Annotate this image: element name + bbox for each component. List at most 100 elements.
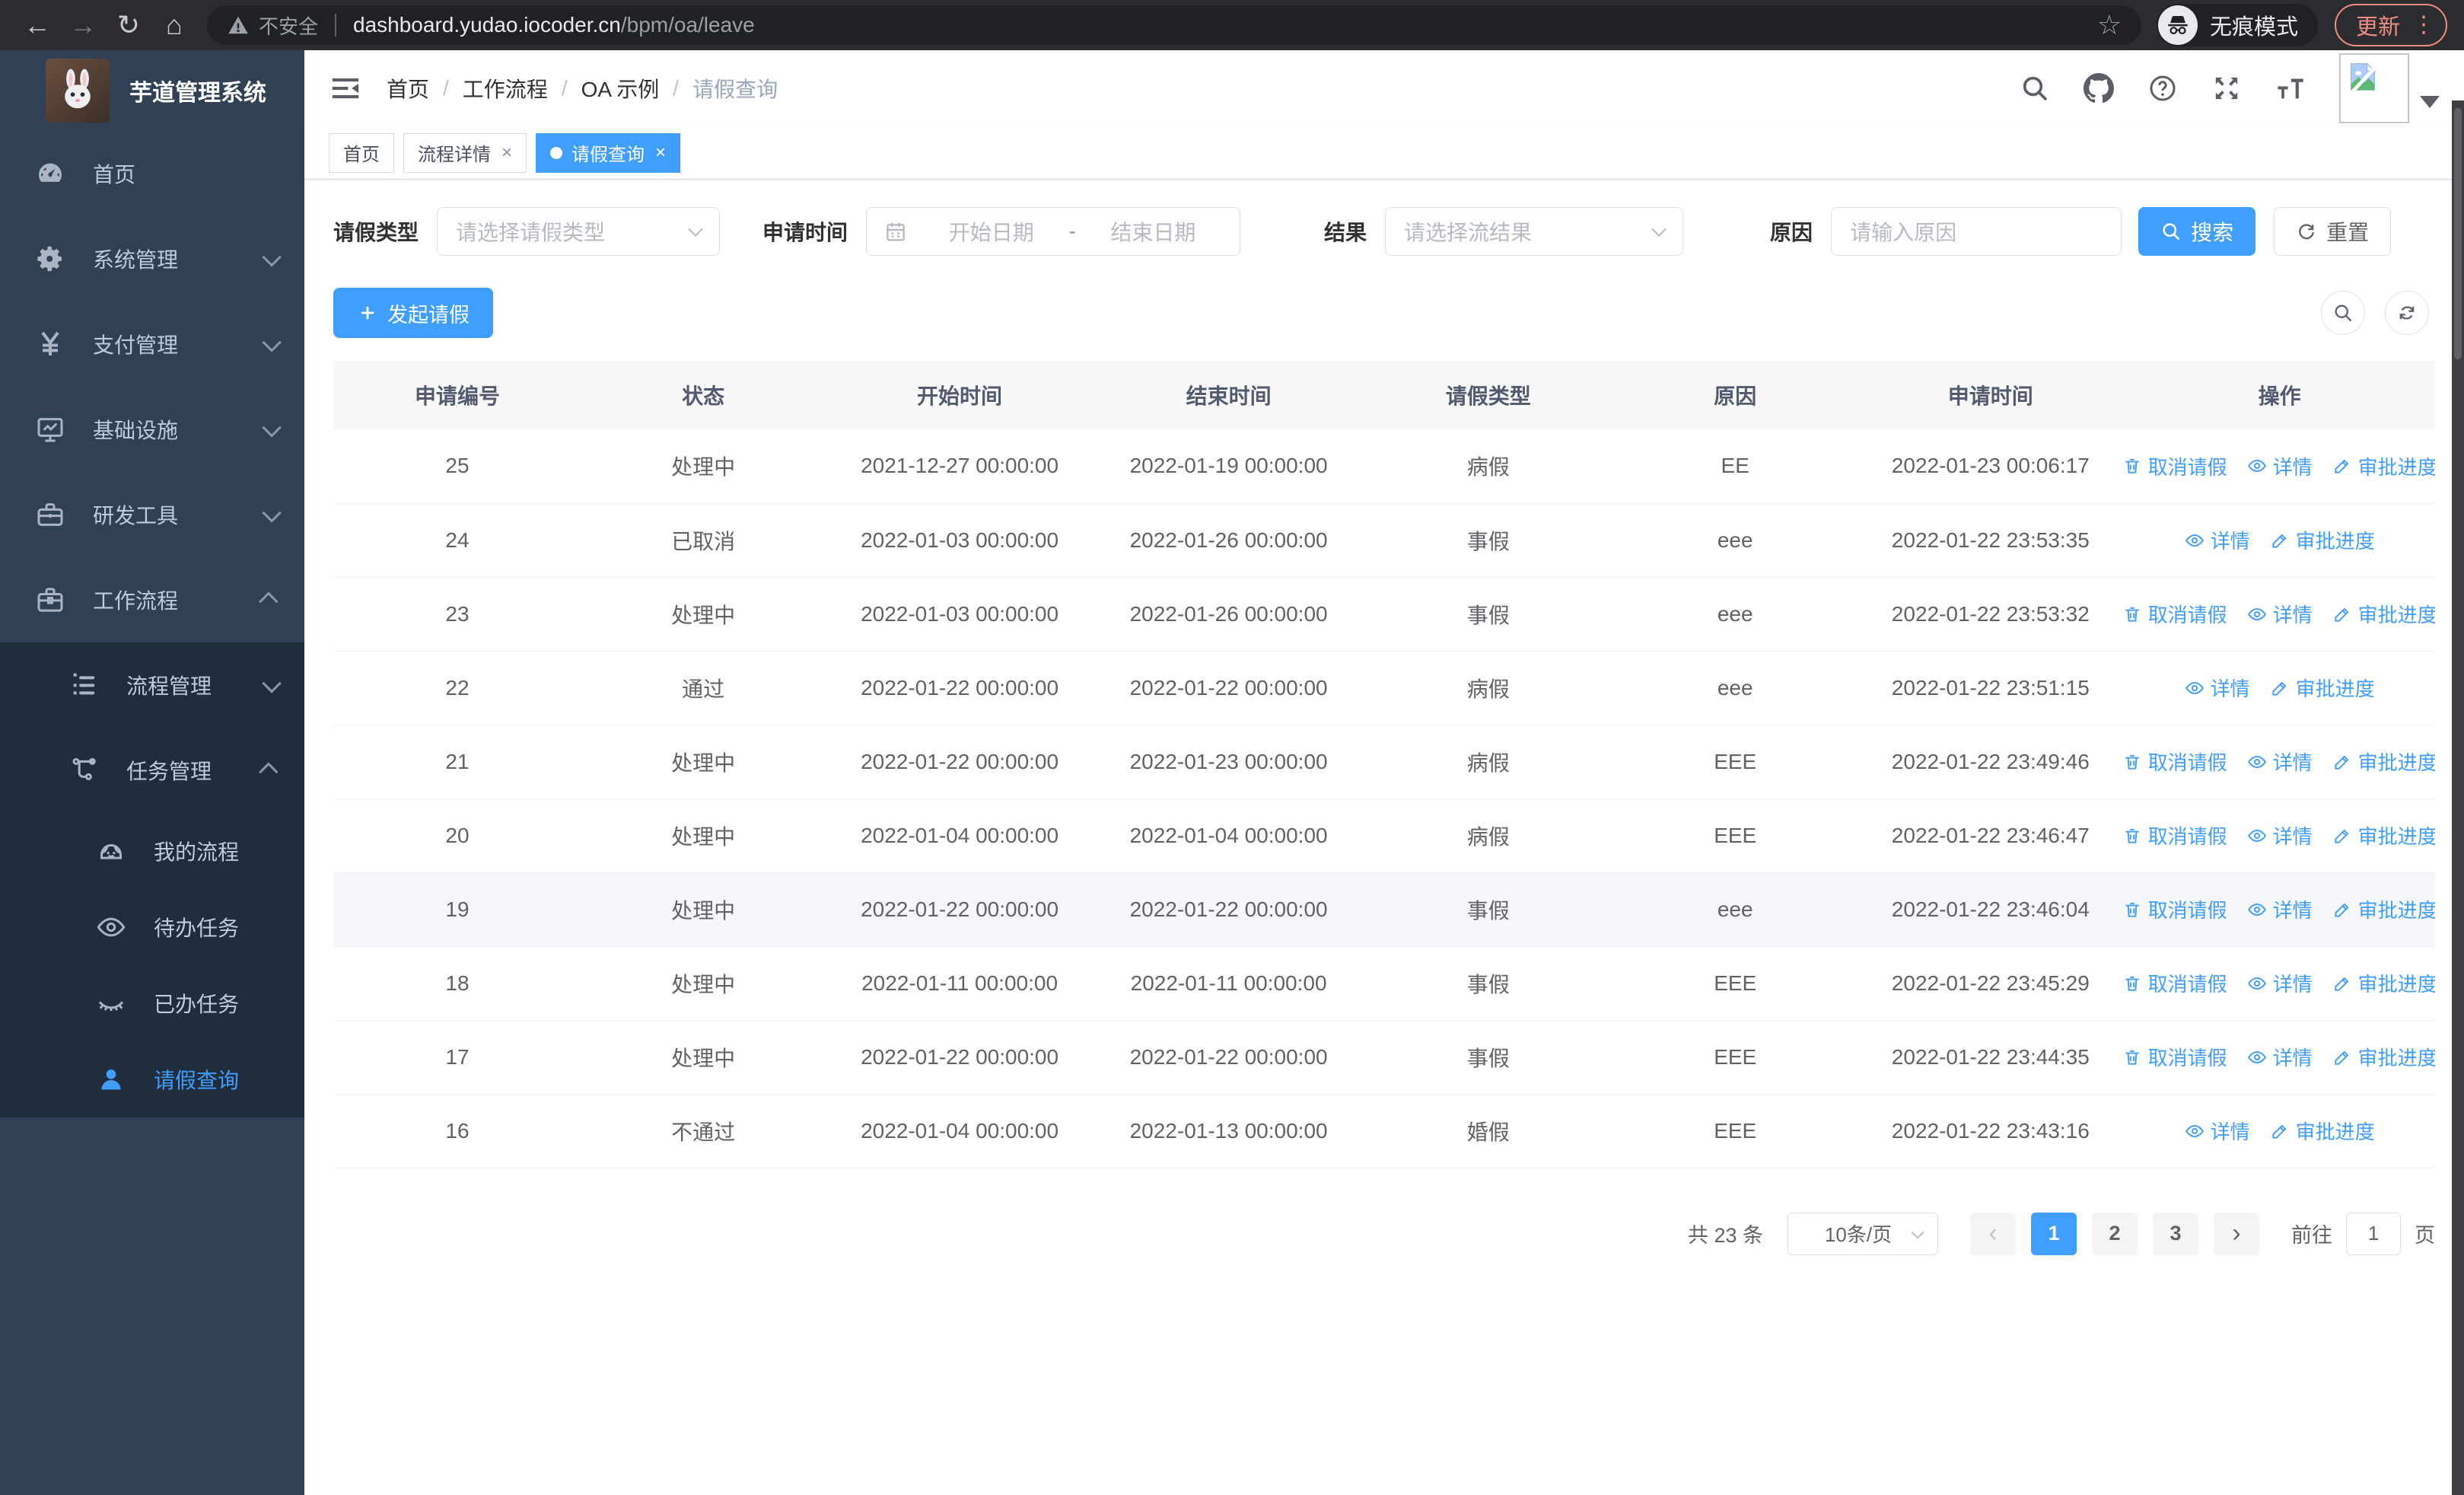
detail-action-link[interactable]: 详情: [2247, 452, 2313, 480]
browser-forward-button[interactable]: →: [62, 5, 103, 46]
progress-action-link[interactable]: 审批进度: [2332, 452, 2435, 480]
detail-action-link[interactable]: 详情: [2247, 1043, 2313, 1071]
page-button-1[interactable]: 1: [2031, 1212, 2077, 1255]
page-button-2[interactable]: 2: [2092, 1212, 2138, 1255]
breadcrumb-separator: /: [561, 76, 568, 100]
detail-action-link[interactable]: 详情: [2247, 748, 2313, 776]
action-label: 审批进度: [2357, 899, 2435, 922]
progress-action-link[interactable]: 审批进度: [2332, 821, 2435, 850]
progress-action-link[interactable]: 审批进度: [2270, 1117, 2375, 1145]
sidebar-collapse-icon[interactable]: [329, 72, 362, 105]
reset-button[interactable]: 重置: [2274, 207, 2392, 256]
breadcrumb-oa-example[interactable]: OA 示例: [581, 73, 660, 104]
progress-action-link[interactable]: 审批进度: [2332, 1043, 2435, 1071]
cell-apply_time: 2022-01-23 00:06:17: [1857, 429, 2125, 504]
sidebar-item-9[interactable]: 待办任务: [0, 889, 304, 965]
browser-back-button[interactable]: ←: [17, 5, 58, 46]
avatar[interactable]: [2339, 53, 2409, 123]
page-size-select[interactable]: 10条/页: [1788, 1212, 1938, 1255]
progress-action-link[interactable]: 审批进度: [2332, 748, 2435, 776]
address-bar[interactable]: 不安全 dashboard.yudao.iocoder.cn/bpm/oa/le…: [207, 5, 2141, 45]
bookmark-star-icon[interactable]: ☆: [2097, 9, 2122, 41]
browser-reload-button[interactable]: ↻: [108, 5, 149, 46]
progress-action-link[interactable]: 审批进度: [2270, 674, 2375, 702]
github-icon[interactable]: [2084, 73, 2114, 104]
cell-reason: eee: [1613, 872, 1858, 947]
progress-action-link[interactable]: 审批进度: [2332, 600, 2435, 628]
cancel-action-link[interactable]: 取消请假: [2124, 1043, 2227, 1071]
date-end-input[interactable]: 结束日期: [1084, 216, 1223, 247]
browser-home-button[interactable]: ⌂: [154, 5, 195, 46]
scrollbar-thumb[interactable]: [2454, 108, 2462, 359]
sidebar-item-7[interactable]: 任务管理: [0, 728, 304, 813]
prev-page-button[interactable]: ‹: [1970, 1212, 2016, 1255]
sidebar-item-3[interactable]: 基础设施: [0, 387, 304, 472]
leave-type-select[interactable]: 请选择请假类型: [437, 207, 721, 256]
cancel-action-link[interactable]: 取消请假: [2124, 895, 2227, 923]
sidebar-item-5[interactable]: 工作流程: [0, 557, 304, 642]
detail-action-link[interactable]: 详情: [2185, 1117, 2250, 1145]
sidebar-item-4[interactable]: 研发工具: [0, 472, 304, 557]
sidebar-item-2[interactable]: 支付管理: [0, 301, 304, 387]
detail-action-link[interactable]: 详情: [2247, 895, 2313, 923]
detail-action-link[interactable]: 详情: [2247, 821, 2313, 850]
goto-page-value: 1: [2367, 1222, 2380, 1245]
delete-icon: [2124, 456, 2141, 476]
cell-apply_time: 2022-01-22 23:44:35: [1857, 1020, 2125, 1095]
caret-down-icon[interactable]: [2420, 96, 2440, 108]
detail-action-link[interactable]: 详情: [2185, 526, 2250, 554]
tab-0[interactable]: 首页: [329, 132, 394, 173]
tab-1[interactable]: 流程详情 ×: [403, 132, 527, 173]
browser-update-button[interactable]: 更新 ⋮: [2334, 4, 2447, 46]
breadcrumb-workflow[interactable]: 工作流程: [463, 73, 548, 104]
result-select[interactable]: 请选择流结果: [1385, 207, 1684, 256]
progress-action-link[interactable]: 审批进度: [2270, 526, 2375, 554]
cell-type: 病假: [1363, 725, 1614, 799]
sidebar-item-label: 基础设施: [93, 419, 179, 442]
cancel-action-link[interactable]: 取消请假: [2124, 821, 2227, 850]
reason-input[interactable]: 请输入原因: [1831, 207, 2122, 256]
create-leave-button[interactable]: 发起请假: [333, 288, 493, 338]
fullscreen-icon[interactable]: [2211, 73, 2242, 104]
refresh-table-button[interactable]: [2385, 291, 2429, 335]
date-start-input[interactable]: 开始日期: [922, 216, 1061, 247]
detail-action-link[interactable]: 详情: [2247, 969, 2313, 997]
breadcrumb-home[interactable]: 首页: [387, 73, 429, 104]
user-menu[interactable]: [2339, 53, 2440, 123]
help-icon[interactable]: [2147, 73, 2178, 104]
sidebar-item-1[interactable]: 系统管理: [0, 216, 304, 301]
sidebar-item-11[interactable]: 请假查询: [0, 1041, 304, 1117]
edit-icon: [2332, 1047, 2352, 1067]
cell-actions: 详情 审批进度: [2124, 1094, 2435, 1168]
edit-icon: [2332, 826, 2352, 846]
cancel-action-link[interactable]: 取消请假: [2124, 600, 2227, 628]
detail-action-link[interactable]: 详情: [2185, 674, 2250, 702]
font-size-icon[interactable]: [2275, 73, 2306, 104]
security-chip[interactable]: 不安全: [227, 11, 318, 40]
sidebar-logo[interactable]: 芋道管理系统: [0, 50, 304, 131]
apply-time-range-picker[interactable]: 开始日期 - 结束日期: [866, 207, 1241, 256]
toggle-search-button[interactable]: [2321, 291, 2365, 335]
cell-start: 2022-01-04 00:00:00: [825, 799, 1094, 873]
page-scrollbar[interactable]: [2452, 100, 2464, 1495]
goto-page-input[interactable]: 1: [2346, 1212, 2401, 1255]
warning-icon: [228, 16, 248, 34]
browser-menu-icon[interactable]: ⋮: [2412, 14, 2435, 37]
cancel-action-link[interactable]: 取消请假: [2124, 452, 2227, 480]
header-search-icon[interactable]: [2020, 73, 2050, 104]
tab-2[interactable]: 请假查询 ×: [536, 132, 681, 173]
page-button-3[interactable]: 3: [2153, 1212, 2198, 1255]
sidebar-item-6[interactable]: 流程管理: [0, 642, 304, 728]
sidebar-item-10[interactable]: 已办任务: [0, 965, 304, 1041]
close-icon[interactable]: ×: [501, 142, 512, 164]
next-page-button[interactable]: ›: [2214, 1212, 2259, 1255]
cancel-action-link[interactable]: 取消请假: [2124, 969, 2227, 997]
sidebar-item-0[interactable]: 首页: [0, 131, 304, 216]
search-button[interactable]: 搜索: [2138, 207, 2256, 256]
cancel-action-link[interactable]: 取消请假: [2124, 748, 2227, 776]
progress-action-link[interactable]: 审批进度: [2332, 895, 2435, 923]
close-icon[interactable]: ×: [655, 142, 666, 164]
detail-action-link[interactable]: 详情: [2247, 600, 2313, 628]
sidebar-item-8[interactable]: 我的流程: [0, 813, 304, 889]
progress-action-link[interactable]: 审批进度: [2332, 969, 2435, 997]
